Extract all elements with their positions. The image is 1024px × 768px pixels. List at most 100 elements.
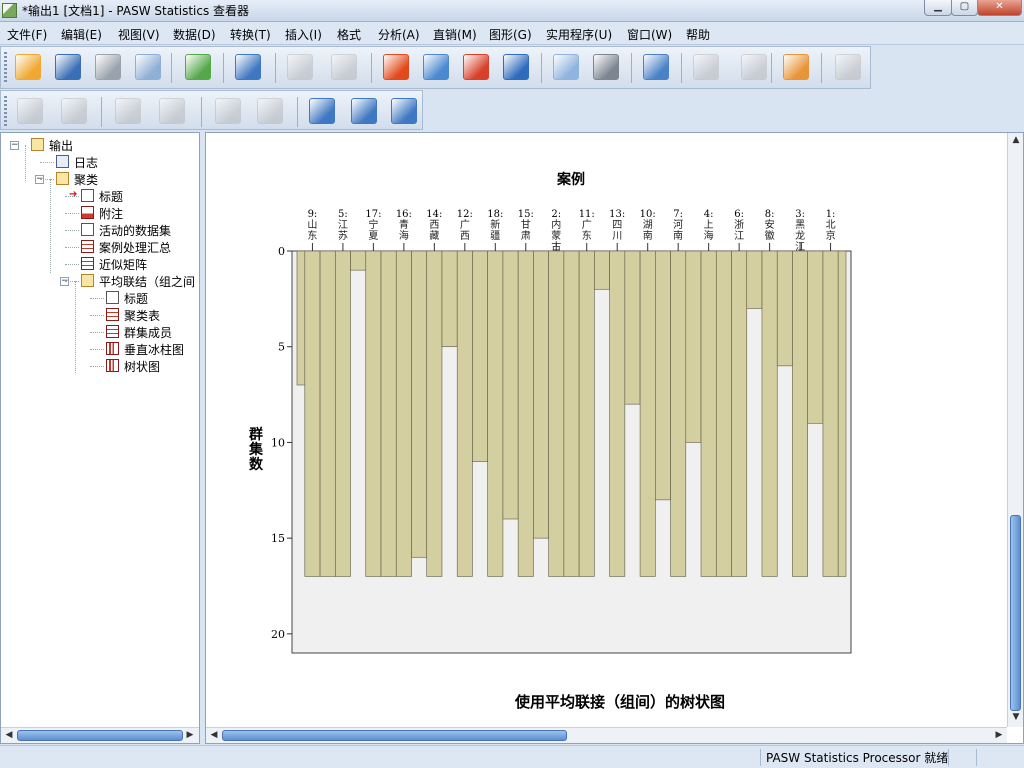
print-button[interactable] (91, 50, 125, 84)
scroll-right-arrow-icon[interactable]: ▶ (183, 729, 197, 743)
toolbar-separator (201, 97, 202, 127)
goto-case-button[interactable] (419, 50, 453, 84)
minimize-button[interactable]: ▁ (924, 0, 952, 16)
menu-view[interactable]: 视图(V) (118, 26, 160, 43)
case-number-label: 17: (365, 209, 381, 220)
case-name-char: 河 (673, 219, 683, 231)
outline-item-label: 垂直冰柱图 (124, 343, 185, 357)
scroll-thumb[interactable] (222, 730, 567, 741)
undo-button[interactable] (283, 50, 317, 84)
outline-horizontal-scrollbar[interactable]: ◀ ▶ (1, 727, 199, 743)
run-script-button[interactable] (831, 50, 865, 84)
menu-window[interactable]: 窗口(W) (627, 26, 672, 43)
y-tick-label: 5 (278, 341, 285, 354)
redo-button[interactable] (327, 50, 361, 84)
goto-case-icon (423, 54, 449, 80)
outline-pane: − 输出 日志 − 聚类 ➔ 标题 附注 活动的数据集 案例处理汇总 近似矩阵 − 平均联结（组之间 标题… (0, 132, 200, 744)
goto-data-button[interactable] (379, 50, 413, 84)
case-name-char: 海 (399, 229, 409, 242)
recall-dialog-button[interactable] (231, 50, 265, 84)
case-number-label: 2: (551, 209, 561, 220)
toolbar-separator (101, 97, 102, 127)
outline-item-label: 群集成员 (124, 326, 173, 340)
tree-connector (65, 213, 79, 214)
export-button[interactable] (181, 50, 215, 84)
menu-graphs[interactable]: 图形(G) (489, 26, 532, 43)
icicle-chart[interactable]: 9:山东5:江苏17:宁夏16:青海14:西藏12:广西18:新疆15:甘肃2:… (206, 133, 1006, 727)
case-bar (365, 250, 382, 577)
use-variable-sets-button[interactable] (549, 50, 583, 84)
merge-bar (715, 250, 732, 577)
case-name-char: 徽 (765, 229, 775, 242)
designate-window-button[interactable] (689, 50, 723, 84)
menu-insert[interactable]: 插入(I) (285, 26, 322, 43)
case-name-char: 海 (704, 229, 714, 242)
variables-button[interactable] (499, 50, 533, 84)
insert-title-button[interactable] (347, 94, 381, 128)
case-name-char: 东 (307, 229, 317, 242)
collapse-toggle-icon[interactable]: − (10, 141, 19, 150)
menu-format[interactable]: 格式 (337, 26, 361, 43)
y-tick-label: 0 (278, 245, 285, 258)
show-button[interactable] (211, 94, 245, 128)
menu-utilities[interactable]: 实用程序(U) (546, 26, 612, 43)
log-icon (56, 155, 69, 168)
tree-connector (75, 281, 76, 373)
case-number-label: 1: (826, 209, 836, 220)
content-vertical-scrollbar[interactable]: ▲ ▼ (1007, 133, 1023, 727)
menu-analyze[interactable]: 分析(A) (378, 26, 420, 43)
case-number-label: 14: (426, 209, 442, 220)
run-script-icon (835, 54, 861, 80)
spelling-icon (643, 54, 669, 80)
menu-data[interactable]: 数据(D) (173, 26, 216, 43)
goto-variable-button[interactable] (459, 50, 493, 84)
case-name-char: 川 (612, 231, 622, 242)
case-name-char: 疆 (490, 230, 500, 242)
outline-item-label: 树状图 (124, 360, 161, 374)
merge-bar (776, 250, 793, 367)
menu-file[interactable]: 文件(F) (7, 26, 47, 43)
maximize-button[interactable]: ▢ (951, 0, 978, 16)
content-horizontal-scrollbar[interactable]: ◀ ▶ (206, 727, 1007, 743)
scroll-up-arrow-icon[interactable]: ▲ (1009, 134, 1023, 148)
scroll-down-arrow-icon[interactable]: ▼ (1009, 711, 1023, 725)
scroll-left-arrow-icon[interactable]: ◀ (207, 729, 221, 743)
open-folder-button[interactable] (11, 50, 45, 84)
insert-heading-button[interactable] (305, 94, 339, 128)
demote-button[interactable] (57, 94, 91, 128)
case-name-char: 广 (460, 219, 470, 231)
show-all-variables-button[interactable] (589, 50, 623, 84)
insert-text-button[interactable] (387, 94, 421, 128)
note-icon (81, 206, 94, 219)
create-edit-script-button[interactable] (779, 50, 813, 84)
case-number-label: 9: (308, 209, 318, 220)
toolbar-grip[interactable] (4, 52, 7, 82)
menu-direct-marketing[interactable]: 直销(M) (433, 26, 477, 43)
expand-button[interactable] (111, 94, 145, 128)
promote-button[interactable] (13, 94, 47, 128)
toolbar-separator (771, 53, 772, 83)
outline-item-label: 聚类 (74, 173, 99, 187)
collapse-button[interactable] (155, 94, 189, 128)
table-icon (106, 325, 119, 338)
toolbar-separator (821, 53, 822, 83)
case-bar (761, 250, 778, 577)
select-last-output-button[interactable] (737, 50, 771, 84)
hide-button[interactable] (253, 94, 287, 128)
scroll-left-arrow-icon[interactable]: ◀ (2, 729, 16, 743)
save-button[interactable] (51, 50, 85, 84)
spelling-button[interactable] (639, 50, 673, 84)
menu-transform[interactable]: 转换(T) (230, 26, 271, 43)
scroll-thumb[interactable] (1010, 515, 1021, 711)
close-button[interactable]: ✕ (977, 0, 1022, 16)
toolbar-grip[interactable] (4, 96, 7, 126)
merge-bar (563, 250, 580, 577)
scroll-right-arrow-icon[interactable]: ▶ (992, 729, 1006, 743)
case-name-char: 安 (765, 218, 775, 231)
scroll-thumb[interactable] (17, 730, 183, 741)
print-preview-button[interactable] (131, 50, 165, 84)
menu-help[interactable]: 帮助 (686, 26, 710, 43)
case-number-label: 4: (704, 209, 714, 220)
toolbar-separator (371, 53, 372, 83)
menu-edit[interactable]: 编辑(E) (61, 26, 102, 43)
